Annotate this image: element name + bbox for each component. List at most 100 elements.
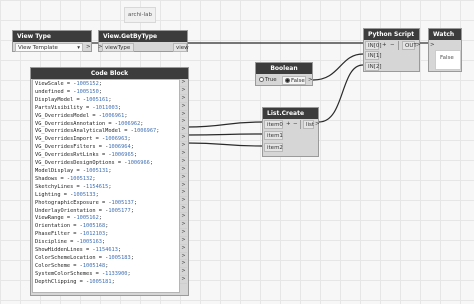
output-arrow[interactable]: > [315,120,320,128]
code-terminator: ; [130,207,134,214]
view-getbytype-node[interactable]: View.GetByType > viewType view [98,30,189,52]
code-output-port[interactable]: > [180,276,187,285]
code-output-port[interactable]: > [180,166,187,174]
input-port-viewtype[interactable]: viewType [102,43,134,52]
code-output-port[interactable]: > [180,229,187,237]
code-line[interactable]: VG_OverridesModel = -1006961; [35,113,177,121]
view-type-node[interactable]: View Type View Template ▾ > [12,30,92,52]
input-port-item1[interactable]: item1 [264,131,283,140]
code-line[interactable]: VG_OverridesImport = -1006963; [35,136,177,144]
wire-code-to-list-item0[interactable] [186,121,263,128]
code-line[interactable]: Orientation = -1005168; [35,223,177,231]
output-arrow[interactable]: > [416,41,421,49]
watch-node[interactable]: Watch > False [428,28,462,72]
code-output-port[interactable]: > [180,221,187,229]
code-line[interactable]: VG_OverridesAnalyticalModel = -1006967; [35,128,177,136]
output-port-view[interactable]: view [173,43,189,52]
code-line[interactable]: VG_OverridesDesignOptions = -1006966; [35,160,177,168]
code-line[interactable]: ShowHiddenLines = -1154613; [35,247,177,255]
code-output-port[interactable]: > [180,118,187,127]
input-port-item0[interactable]: item0 [264,120,283,129]
code-output-port[interactable]: > [180,142,187,151]
code-output-port[interactable]: > [180,150,187,158]
code-output-port[interactable]: > [180,95,187,103]
code-output-port[interactable]: > [180,103,187,111]
code-value: 1006964 [108,144,131,151]
output-port[interactable]: > [308,76,313,84]
code-line[interactable]: DisplayModel = -1005161; [35,97,177,105]
input-port-arrow[interactable]: > [430,41,435,49]
code-line[interactable]: Discipline = -1005163; [35,239,177,247]
code-line[interactable]: ViewScale = -1005152; [35,81,177,89]
code-operator: = - [70,262,83,269]
code-output-port[interactable]: > [180,268,187,277]
code-output-port[interactable]: > [180,134,187,143]
canvas-tag: archi-lab [124,7,156,23]
code-operator: = - [70,231,83,238]
code-line[interactable]: Lighting = -1005133; [35,192,177,200]
radio-true[interactable]: True [259,76,277,84]
code-output-port[interactable]: > [180,237,187,245]
code-output-port[interactable]: > [180,205,187,214]
code-operator: = - [63,81,77,87]
code-output-port[interactable]: > [180,245,187,253]
code-value: 1006963 [105,136,128,143]
code-line[interactable]: PartsVisibility = -1011003; [35,105,177,113]
code-line[interactable]: ColorScheme = -1005148; [35,263,177,271]
chevron-down-icon: ▾ [77,45,80,51]
add-input-button[interactable]: + [382,41,387,49]
code-output-port[interactable]: > [180,158,187,166]
view-type-dropdown[interactable]: View Template ▾ [15,43,83,52]
code-line[interactable]: VG_OverridesAnnotation = -1006962; [35,121,177,129]
code-output-port[interactable]: > [180,126,187,135]
code-key: VG_OverridesModel [35,112,90,119]
code-line[interactable]: ColorSchemeLocation = -1005183; [35,255,177,263]
code-output-port[interactable]: > [180,111,187,119]
remove-input-button[interactable]: − [293,120,298,128]
code-line[interactable]: DepthClipping = -1005181; [35,279,177,287]
remove-input-button[interactable]: − [390,41,395,49]
code-output-port[interactable]: > [180,213,187,222]
code-value: 1154615 [86,183,109,190]
radio-false-circle[interactable] [285,78,290,83]
code-output-port[interactable]: > [180,197,187,206]
code-output-port[interactable]: > [180,260,187,269]
input-port-in2[interactable]: IN[2] [365,62,382,71]
wire-code-to-list-item2[interactable] [186,142,263,147]
code-output-port[interactable]: > [180,174,187,182]
radio-false[interactable]: False [282,76,306,85]
node-title: Boolean [256,63,312,74]
code-output-port[interactable]: > [180,182,187,190]
input-port-in0[interactable]: IN[0] [365,41,382,50]
input-port-in1[interactable]: IN[1] [365,51,382,60]
code-output-port[interactable]: > [180,253,187,261]
code-line[interactable]: SystemColorSchemes = -1133900; [35,271,177,279]
output-port[interactable]: > [86,43,91,51]
code-line[interactable]: VG_OverridesFilters = -1006964; [35,144,177,152]
output-port-out[interactable]: OUT [402,41,417,50]
code-editor[interactable]: ViewScale = -1005152; undefined = -100515… [32,79,180,293]
list-create-node[interactable]: List.Create item0 item1 item2 + − list > [262,107,320,157]
code-line[interactable]: ViewRange = -1005162; [35,215,177,223]
code-line[interactable]: VG_OverridesRvtLinks = -1006965; [35,152,177,160]
code-output-port[interactable]: > [180,79,187,87]
code-terminator: ; [133,152,138,159]
radio-true-circle[interactable] [259,77,264,82]
boolean-node[interactable]: Boolean True False > [255,62,313,86]
code-line[interactable]: SketchyLines = -1154615; [35,184,177,192]
input-port-item2[interactable]: item2 [264,143,283,152]
code-output-port[interactable]: > [180,189,187,198]
add-input-button[interactable]: + [286,120,291,128]
python-script-node[interactable]: Python Script IN[0] IN[1] IN[2] + − OUT … [363,28,421,72]
code-output-port[interactable]: > [180,87,187,95]
code-line[interactable]: ModelDisplay = -1005131; [35,168,177,176]
wire-code-to-list-item1[interactable] [186,133,263,136]
output-port-list[interactable]: list [303,120,314,129]
wire-list-to-python-in2[interactable] [318,64,364,123]
code-line[interactable]: PhaseFilter = -1012103; [35,231,177,239]
code-line[interactable]: Shadows = -1005132; [35,176,177,184]
radio-false-label: False [291,78,305,84]
code-line[interactable]: UnderlayOrientation = -1005177; [35,208,177,216]
code-line[interactable]: PhotographicExposure = -1005137; [35,200,177,208]
code-line[interactable]: undefined = -1005150; [35,89,177,97]
